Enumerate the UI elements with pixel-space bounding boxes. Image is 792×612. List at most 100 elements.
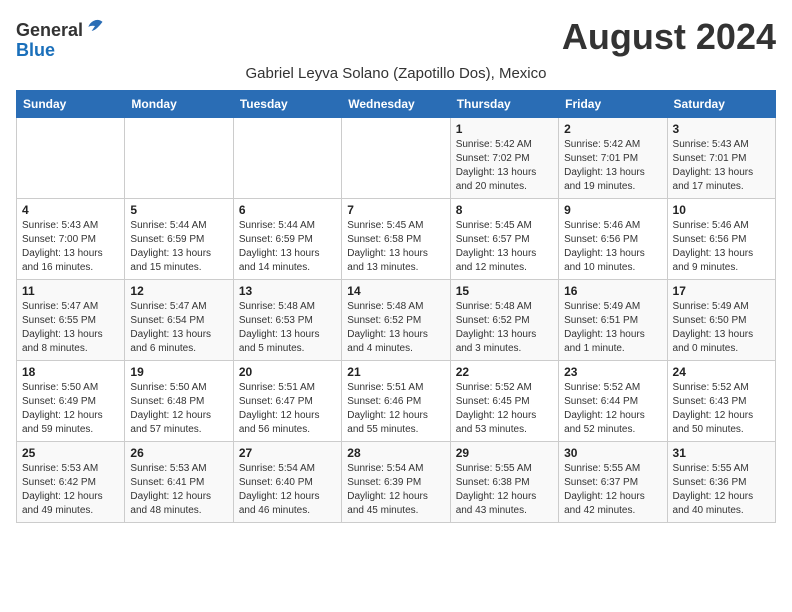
day-info: Sunrise: 5:55 AM Sunset: 6:37 PM Dayligh…: [564, 462, 661, 518]
logo: General Blue: [16, 16, 105, 61]
weekday-header-thursday: Thursday: [450, 90, 558, 117]
day-number: 5: [130, 203, 227, 217]
day-info: Sunrise: 5:45 AM Sunset: 6:57 PM Dayligh…: [456, 219, 553, 275]
day-info: Sunrise: 5:51 AM Sunset: 6:46 PM Dayligh…: [347, 381, 444, 437]
day-info: Sunrise: 5:53 AM Sunset: 6:42 PM Dayligh…: [22, 462, 119, 518]
day-cell: 29 Sunrise: 5:55 AM Sunset: 6:38 PM Dayli…: [450, 441, 558, 522]
day-info: Sunrise: 5:50 AM Sunset: 6:48 PM Dayligh…: [130, 381, 227, 437]
day-cell: 5 Sunrise: 5:44 AM Sunset: 6:59 PM Daylig…: [125, 198, 233, 279]
day-cell: 16 Sunrise: 5:49 AM Sunset: 6:51 PM Dayli…: [559, 279, 667, 360]
day-cell: 12Sunrise: 5:47 AM Sunset: 6:54 PM Dayli…: [125, 279, 233, 360]
day-cell: 25 Sunrise: 5:53 AM Sunset: 6:42 PM Dayli…: [17, 441, 125, 522]
day-cell: 3 Sunrise: 5:43 AM Sunset: 7:01 PM Daylig…: [667, 117, 775, 198]
day-info: Sunrise: 5:49 AM Sunset: 6:51 PM Dayligh…: [564, 300, 661, 356]
day-number: 18: [22, 365, 119, 379]
logo-general-text: General: [16, 20, 83, 40]
day-cell: 19 Sunrise: 5:50 AM Sunset: 6:48 PM Dayli…: [125, 360, 233, 441]
day-number: 25: [22, 446, 119, 460]
day-number: 23: [564, 365, 661, 379]
day-number: 20: [239, 365, 336, 379]
day-info: Sunrise: 5:44 AM Sunset: 6:59 PM Dayligh…: [130, 219, 227, 275]
day-cell: 24Sunrise: 5:52 AM Sunset: 6:43 PM Dayli…: [667, 360, 775, 441]
day-number: 26: [130, 446, 227, 460]
week-row-1: 1 Sunrise: 5:42 AM Sunset: 7:02 PM Daylig…: [17, 117, 776, 198]
weekday-header-sunday: Sunday: [17, 90, 125, 117]
day-cell: 6 Sunrise: 5:44 AM Sunset: 6:59 PM Daylig…: [233, 198, 341, 279]
day-cell: [125, 117, 233, 198]
day-cell: 11 Sunrise: 5:47 AM Sunset: 6:55 PM Dayli…: [17, 279, 125, 360]
day-cell: 1 Sunrise: 5:42 AM Sunset: 7:02 PM Daylig…: [450, 117, 558, 198]
day-number: 15: [456, 284, 553, 298]
subtitle: Gabriel Leyva Solano (Zapotillo Dos), Me…: [16, 65, 776, 82]
day-number: 17: [673, 284, 770, 298]
day-number: 11: [22, 284, 119, 298]
day-cell: 14Sunrise: 5:48 AM Sunset: 6:52 PM Dayli…: [342, 279, 450, 360]
day-number: 28: [347, 446, 444, 460]
day-info: Sunrise: 5:42 AM Sunset: 7:01 PM Dayligh…: [564, 138, 661, 194]
day-cell: 8Sunrise: 5:45 AM Sunset: 6:57 PM Daylig…: [450, 198, 558, 279]
day-info: Sunrise: 5:55 AM Sunset: 6:38 PM Dayligh…: [456, 462, 553, 518]
day-number: 22: [456, 365, 553, 379]
day-number: 4: [22, 203, 119, 217]
day-cell: 20 Sunrise: 5:51 AM Sunset: 6:47 PM Dayli…: [233, 360, 341, 441]
day-cell: 9 Sunrise: 5:46 AM Sunset: 6:56 PM Daylig…: [559, 198, 667, 279]
day-info: Sunrise: 5:47 AM Sunset: 6:55 PM Dayligh…: [22, 300, 119, 356]
day-info: Sunrise: 5:44 AM Sunset: 6:59 PM Dayligh…: [239, 219, 336, 275]
day-number: 19: [130, 365, 227, 379]
day-info: Sunrise: 5:53 AM Sunset: 6:41 PM Dayligh…: [130, 462, 227, 518]
day-cell: 2Sunrise: 5:42 AM Sunset: 7:01 PM Daylig…: [559, 117, 667, 198]
week-row-4: 18 Sunrise: 5:50 AM Sunset: 6:49 PM Dayli…: [17, 360, 776, 441]
day-info: Sunrise: 5:48 AM Sunset: 6:53 PM Dayligh…: [239, 300, 336, 356]
day-info: Sunrise: 5:47 AM Sunset: 6:54 PM Dayligh…: [130, 300, 227, 356]
day-cell: 23 Sunrise: 5:52 AM Sunset: 6:44 PM Dayli…: [559, 360, 667, 441]
day-cell: 13 Sunrise: 5:48 AM Sunset: 6:53 PM Dayli…: [233, 279, 341, 360]
day-number: 16: [564, 284, 661, 298]
day-cell: 27Sunrise: 5:54 AM Sunset: 6:40 PM Dayli…: [233, 441, 341, 522]
day-cell: 7Sunrise: 5:45 AM Sunset: 6:58 PM Daylig…: [342, 198, 450, 279]
day-info: Sunrise: 5:55 AM Sunset: 6:36 PM Dayligh…: [673, 462, 770, 518]
weekday-header-friday: Friday: [559, 90, 667, 117]
day-cell: 17 Sunrise: 5:49 AM Sunset: 6:50 PM Dayli…: [667, 279, 775, 360]
day-cell: 21Sunrise: 5:51 AM Sunset: 6:46 PM Dayli…: [342, 360, 450, 441]
day-info: Sunrise: 5:42 AM Sunset: 7:02 PM Dayligh…: [456, 138, 553, 194]
day-cell: 30 Sunrise: 5:55 AM Sunset: 6:37 PM Dayli…: [559, 441, 667, 522]
day-number: 10: [673, 203, 770, 217]
day-cell: 26 Sunrise: 5:53 AM Sunset: 6:41 PM Dayli…: [125, 441, 233, 522]
day-info: Sunrise: 5:49 AM Sunset: 6:50 PM Dayligh…: [673, 300, 770, 356]
weekday-header-saturday: Saturday: [667, 90, 775, 117]
weekday-header-row: SundayMondayTuesdayWednesdayThursdayFrid…: [17, 90, 776, 117]
day-info: Sunrise: 5:52 AM Sunset: 6:43 PM Dayligh…: [673, 381, 770, 437]
day-info: Sunrise: 5:46 AM Sunset: 6:56 PM Dayligh…: [673, 219, 770, 275]
day-cell: [17, 117, 125, 198]
weekday-header-monday: Monday: [125, 90, 233, 117]
day-cell: 10 Sunrise: 5:46 AM Sunset: 6:56 PM Dayli…: [667, 198, 775, 279]
day-number: 9: [564, 203, 661, 217]
week-row-2: 4 Sunrise: 5:43 AM Sunset: 7:00 PM Daylig…: [17, 198, 776, 279]
weekday-header-tuesday: Tuesday: [233, 90, 341, 117]
day-number: 27: [239, 446, 336, 460]
day-info: Sunrise: 5:51 AM Sunset: 6:47 PM Dayligh…: [239, 381, 336, 437]
calendar-table: SundayMondayTuesdayWednesdayThursdayFrid…: [16, 90, 776, 523]
day-info: Sunrise: 5:50 AM Sunset: 6:49 PM Dayligh…: [22, 381, 119, 437]
day-info: Sunrise: 5:52 AM Sunset: 6:45 PM Dayligh…: [456, 381, 553, 437]
day-number: 13: [239, 284, 336, 298]
header: General Blue August 2024: [16, 16, 776, 61]
logo-bird-icon: [85, 16, 105, 36]
day-info: Sunrise: 5:48 AM Sunset: 6:52 PM Dayligh…: [456, 300, 553, 356]
day-cell: [233, 117, 341, 198]
day-number: 1: [456, 122, 553, 136]
day-number: 30: [564, 446, 661, 460]
day-cell: 15 Sunrise: 5:48 AM Sunset: 6:52 PM Dayli…: [450, 279, 558, 360]
day-number: 7: [347, 203, 444, 217]
day-number: 29: [456, 446, 553, 460]
day-number: 31: [673, 446, 770, 460]
day-info: Sunrise: 5:43 AM Sunset: 7:01 PM Dayligh…: [673, 138, 770, 194]
day-number: 6: [239, 203, 336, 217]
month-title: August 2024: [562, 16, 776, 58]
weekday-header-wednesday: Wednesday: [342, 90, 450, 117]
day-number: 3: [673, 122, 770, 136]
day-info: Sunrise: 5:43 AM Sunset: 7:00 PM Dayligh…: [22, 219, 119, 275]
day-cell: [342, 117, 450, 198]
day-info: Sunrise: 5:52 AM Sunset: 6:44 PM Dayligh…: [564, 381, 661, 437]
day-info: Sunrise: 5:46 AM Sunset: 6:56 PM Dayligh…: [564, 219, 661, 275]
